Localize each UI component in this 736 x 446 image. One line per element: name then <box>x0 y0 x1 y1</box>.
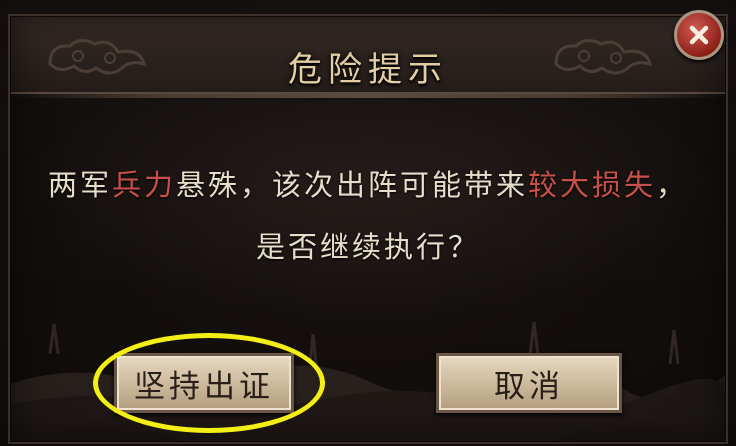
message-line-2: 是否继续执行？ <box>255 230 480 264</box>
close-icon <box>689 25 709 45</box>
confirm-button[interactable]: 坚持出证 <box>114 353 294 413</box>
message-text: ， <box>656 168 689 202</box>
cancel-button[interactable]: 取消 <box>436 353 622 413</box>
message-line-1: 两军兵力悬殊，该次出阵可能带来较大损失， <box>20 162 716 204</box>
dialog-header: 危险提示 <box>10 16 726 98</box>
dialog-message: 两军兵力悬殊，该次出阵可能带来较大损失， 是否继续执行？ <box>20 100 716 320</box>
message-text: 两军 <box>47 168 112 202</box>
message-highlight: 较大损失 <box>528 168 657 202</box>
dialog-title: 危险提示 <box>288 50 448 90</box>
message-highlight: 兵力 <box>111 168 176 202</box>
close-button[interactable] <box>674 10 724 60</box>
message-text: 悬殊，该次出阵可能带来 <box>175 168 528 202</box>
danger-warning-dialog: 危险提示 两军兵力悬殊，该次出阵可能带来较大损失， 是否继续执行？ 坚持出证 取… <box>0 0 736 446</box>
